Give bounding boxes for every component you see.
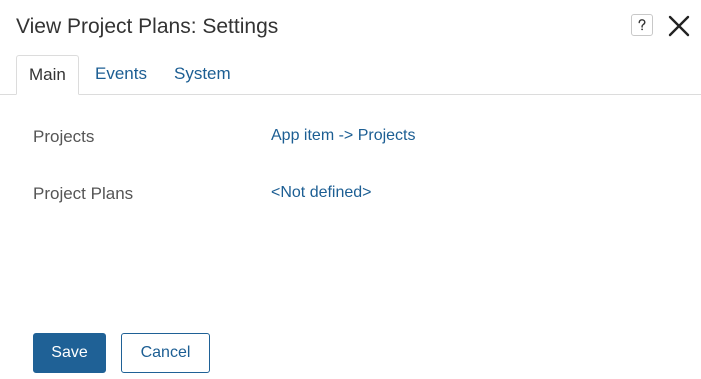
project-plans-value-link[interactable]: <Not defined>	[271, 184, 372, 202]
tab-system[interactable]: System	[174, 55, 231, 95]
project-plans-label: Project Plans	[33, 184, 134, 203]
close-x-icon	[668, 15, 690, 37]
cancel-button[interactable]: Cancel	[121, 333, 210, 373]
help-button[interactable]	[631, 14, 653, 36]
tab-events[interactable]: Events	[95, 55, 147, 95]
dialog-title: View Project Plans: Settings	[16, 15, 279, 38]
help-question-icon	[638, 19, 646, 31]
projects-value-link[interactable]: App item -> Projects	[271, 127, 416, 145]
settings-dialog: View Project Plans: Settings Main Events…	[0, 0, 701, 379]
tab-main[interactable]: Main	[16, 55, 79, 95]
close-button[interactable]	[667, 14, 691, 38]
save-button[interactable]: Save	[33, 333, 106, 373]
tab-bar: Main Events System	[0, 55, 701, 95]
projects-label: Projects	[33, 127, 95, 146]
